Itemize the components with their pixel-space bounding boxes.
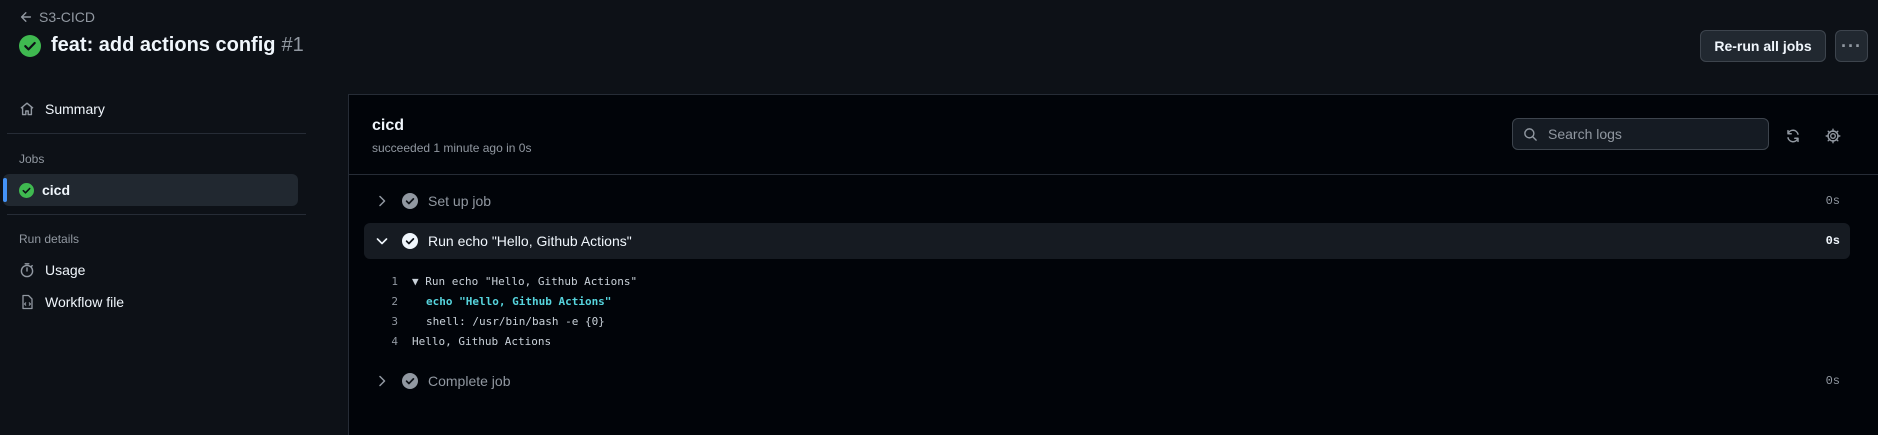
sidebar-item-cicd[interactable]: cicd (3, 174, 298, 206)
success-check-icon (19, 182, 34, 198)
file-code-icon (19, 294, 35, 310)
refresh-button[interactable] (1781, 124, 1805, 148)
log-line: 1 ▼ Run echo "Hello, Github Actions" (364, 271, 1850, 291)
step-success-icon (402, 233, 418, 249)
step-name: Set up job (428, 193, 492, 209)
sidebar-item-label: Summary (45, 101, 105, 117)
job-name: cicd (372, 117, 405, 134)
run-number: #1 (281, 34, 304, 56)
run-title-text: feat: add actions config (51, 34, 276, 56)
sidebar-item-workflow-file[interactable]: Workflow file (19, 294, 124, 310)
sidebar-item-label: Usage (45, 262, 86, 278)
step-name: Run echo "Hello, Github Actions" (428, 233, 632, 249)
log-line: 3 shell: /usr/bin/bash -e {0} (364, 311, 1850, 331)
sidebar-item-label: cicd (42, 182, 71, 198)
chevron-down-icon (374, 236, 390, 246)
step-success-icon (402, 373, 418, 389)
step-set-up-job[interactable]: Set up job 0s (364, 183, 1850, 219)
step-duration: 0s (1825, 374, 1840, 388)
sidebar-item-label: Workflow file (45, 294, 125, 310)
run-title: feat: add actions config #1 (51, 34, 304, 57)
settings-button[interactable] (1821, 124, 1845, 148)
log-line-text: echo "Hello, Github Actions" (426, 294, 612, 308)
sidebar-divider (7, 214, 306, 215)
job-status: succeeded 1 minute ago in 0s (372, 141, 532, 155)
stopwatch-icon (19, 262, 35, 278)
arrow-left-icon (19, 10, 33, 24)
log-line: 2 echo "Hello, Github Actions" (364, 291, 1850, 311)
success-check-icon (19, 34, 41, 57)
log-line: 4 Hello, Github Actions (364, 331, 1850, 351)
jobs-heading: Jobs (19, 152, 45, 166)
rerun-all-jobs-button[interactable]: Re-run all jobs (1700, 30, 1826, 62)
step-run-echo[interactable]: Run echo "Hello, Github Actions" 0s (364, 223, 1850, 259)
search-logs[interactable] (1512, 118, 1769, 150)
sidebar-item-summary[interactable]: Summary (19, 101, 105, 117)
sidebar-divider (7, 133, 306, 134)
page-title: feat: add actions config #1 (19, 34, 304, 57)
more-options-button[interactable]: ··· (1835, 30, 1868, 62)
back-link[interactable]: S3-CICD (19, 9, 95, 25)
back-link-label: S3-CICD (39, 9, 96, 25)
step-name: Complete job (428, 373, 511, 389)
run-details-heading: Run details (19, 232, 80, 246)
log-line-number: 2 (391, 294, 398, 308)
log-line-text: shell: /usr/bin/bash -e {0} (426, 314, 605, 328)
log-line-text: Hello, Github Actions (412, 334, 552, 348)
step-duration: 0s (1825, 234, 1840, 248)
step-complete-job[interactable]: Complete job 0s (364, 363, 1850, 399)
panel-header-divider (349, 174, 1878, 175)
log-line-number: 4 (391, 334, 398, 348)
sync-icon (1785, 128, 1801, 144)
kebab-horizontal-icon: ··· (1841, 35, 1862, 56)
step-success-icon (402, 193, 418, 209)
chevron-right-icon (374, 375, 390, 387)
sidebar-item-usage[interactable]: Usage (19, 262, 85, 278)
log-line-text: ▼ Run echo "Hello, Github Actions" (412, 274, 638, 288)
gear-icon (1825, 128, 1841, 144)
log-line-number: 1 (391, 274, 398, 288)
search-logs-input[interactable] (1546, 125, 1750, 143)
log-line-number: 3 (391, 314, 398, 328)
home-icon (19, 101, 35, 117)
search-icon (1523, 127, 1538, 142)
chevron-right-icon (374, 195, 390, 207)
active-indicator (3, 178, 7, 202)
step-duration: 0s (1825, 194, 1840, 208)
